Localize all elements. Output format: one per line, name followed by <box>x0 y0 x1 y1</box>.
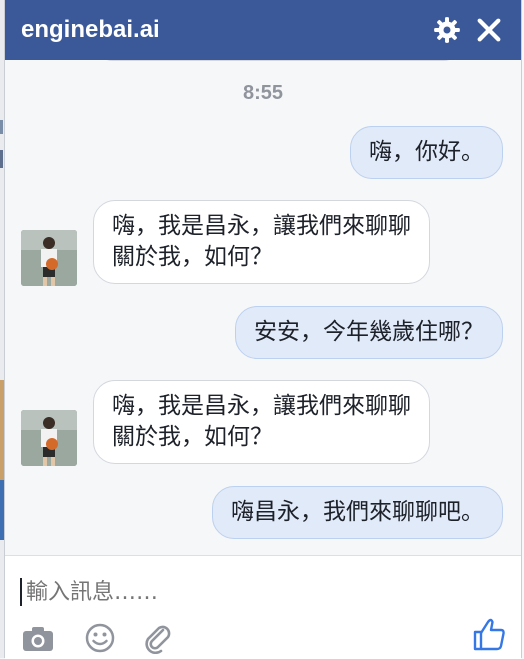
avatar[interactable] <box>21 230 77 286</box>
message-text: 安安，今年幾歲住哪？ <box>254 319 484 345</box>
message-list[interactable]: 8:55 嗨，你好。 嗨，我是昌永，讓我們來聊聊 關於我，如何？ 安安，今年幾歲… <box>5 60 521 555</box>
incoming-message[interactable]: 嗨，我是昌永，讓我們來聊聊 關於我，如何？ <box>93 200 430 284</box>
chat-window: enginebai.ai 8:55 嗨，你好。 嗨，我是昌永，讓我們來聊聊 關於… <box>4 0 522 659</box>
outgoing-message[interactable]: 嗨，你好。 <box>350 126 503 179</box>
camera-icon[interactable] <box>21 622 55 654</box>
like-icon[interactable] <box>471 616 507 652</box>
page-edge-mark <box>0 150 3 168</box>
outgoing-message[interactable]: 安安，今年幾歲住哪？ <box>235 306 503 359</box>
incoming-message[interactable]: 嗨，我是昌永，讓我們來聊聊 關於我，如何？ <box>93 380 430 464</box>
page-edge-mark <box>0 120 3 134</box>
chat-header: enginebai.ai <box>5 0 521 61</box>
avatar[interactable] <box>21 410 77 466</box>
message-bubble-partial <box>97 60 459 61</box>
close-icon[interactable] <box>475 16 503 44</box>
text-cursor <box>20 578 22 606</box>
outgoing-message[interactable]: 嗨昌永，我們來聊聊吧。 <box>212 486 503 539</box>
gear-icon[interactable] <box>433 16 461 44</box>
message-text-line: 嗨，我是昌永，讓我們來聊聊 <box>112 393 411 419</box>
chat-title[interactable]: enginebai.ai <box>21 16 160 44</box>
emoji-icon[interactable] <box>83 622 117 654</box>
message-text-line: 嗨，我是昌永，讓我們來聊聊 <box>112 213 411 239</box>
message-input[interactable] <box>24 576 458 610</box>
message-composer <box>5 555 521 659</box>
attachment-icon[interactable] <box>141 622 175 654</box>
message-text-line: 關於我，如何？ <box>112 424 273 450</box>
message-text: 嗨，你好。 <box>369 139 484 165</box>
message-timestamp: 8:55 <box>242 82 284 104</box>
message-text: 嗨昌永，我們來聊聊吧。 <box>231 499 484 525</box>
message-text-line: 關於我，如何？ <box>112 244 273 270</box>
